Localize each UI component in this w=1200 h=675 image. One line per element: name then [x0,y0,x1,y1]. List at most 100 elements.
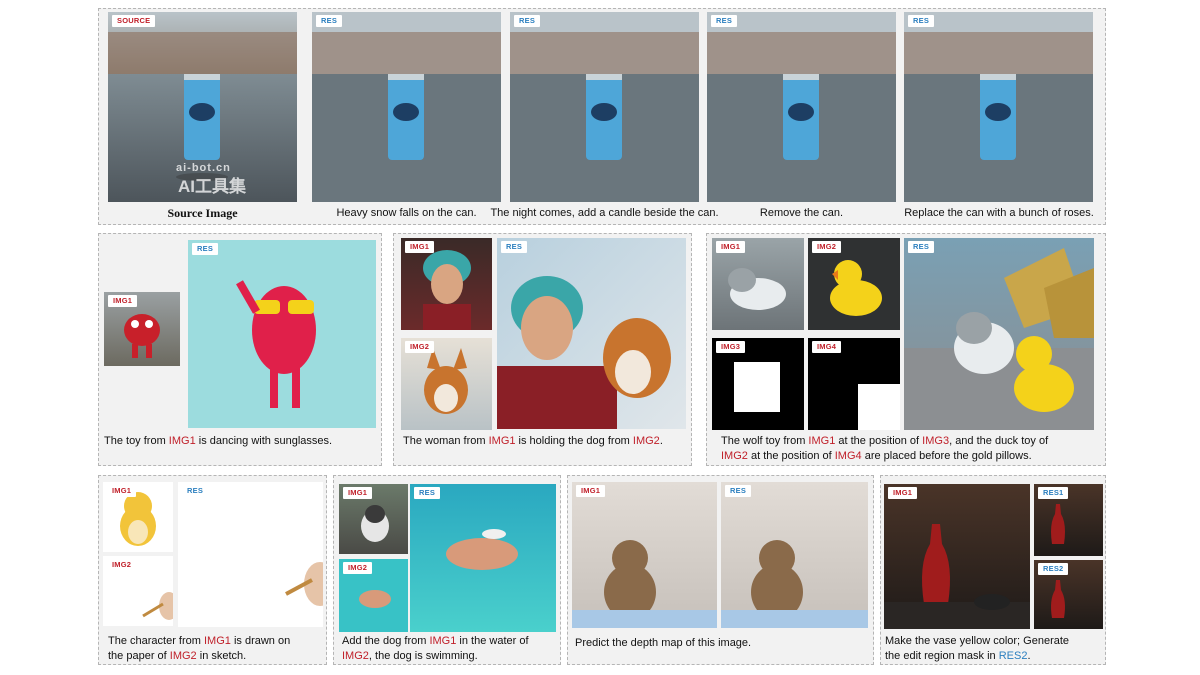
row2-caption-1: The toy from IMG1 is dancing with sungla… [104,434,378,449]
img2-tag: IMG2 [812,241,842,253]
img2-tag: IMG2 [107,559,137,571]
row2-caption-3: The wolf toy from IMG1 at the position o… [721,434,1101,464]
res1-tag: RES1 [1038,487,1069,499]
mask-region [858,384,900,430]
snow-can-scene [904,12,1093,202]
dancing-toy [236,280,316,408]
caption-text: Make the vase yellow color; Generate [885,635,1070,647]
snow-can-scene [312,12,501,202]
caption-text: The character from [108,635,204,647]
caption-ref-img1: IMG1 [488,435,516,447]
caption-text: are placed before the gold pillows. [861,450,1032,462]
red-vase-scene [884,524,1030,629]
img1-tag: IMG1 [405,241,435,253]
img2-duck-toy: IMG2 [808,238,900,330]
res-tag: RES [182,485,209,497]
caption-ref-img1: IMG1 [168,435,196,447]
img1-tag: IMG1 [107,485,137,497]
source-tag: SOURCE [112,15,156,27]
caption-ref-img4: IMG4 [834,450,862,462]
img2-paper: IMG2 [103,556,173,626]
res-dog-water: RES [410,484,556,632]
img4-mask: IMG4 [808,338,900,430]
img1-tag: IMG1 [108,295,138,307]
res-sketch: RES [178,482,323,627]
result-image-2: RES [510,12,699,202]
row3-caption-4: Make the vase yellow color; Generate the… [885,634,1103,664]
watermark: ai-bot.cn AI工具集 [126,162,246,197]
caption-text: at the position of [835,435,923,447]
teddy-bear [572,540,717,628]
res-dancing-toy: RES [188,240,376,428]
res-tag: RES [711,15,738,27]
res-tag: RES [514,15,541,27]
img1-tag: IMG1 [716,241,746,253]
caption-ref-img1: IMG1 [429,635,457,647]
result-image-4: RES [904,12,1093,202]
img1-tag: IMG1 [888,487,918,499]
img2-dog: IMG2 [401,338,492,430]
caption-text: the paper of [108,650,170,662]
row3-caption-2: Add the dog from IMG1 in the water of IM… [342,634,557,664]
watermark-text: AI工具集 [178,177,246,196]
hand-sketching [285,562,323,606]
toys-before-gold-pillows [904,248,1094,430]
img1-tag: IMG1 [343,487,373,499]
caption-text: in the water of [456,635,529,647]
dog-swimming [446,529,518,570]
res-tag: RES [908,15,935,27]
caption-text: , the dog is swimming. [368,650,478,662]
img1-wolf-toy: IMG1 [712,238,804,330]
img1-character: IMG1 [103,482,173,552]
caption-text: is dancing with sunglasses. [195,435,333,447]
img2-tag: IMG2 [405,341,435,353]
img1-teddy: IMG1 [572,482,717,628]
source-image: SOURCE ai-bot.cn AI工具集 [108,12,297,202]
caption-ref-img2: IMG2 [632,435,660,447]
img1-woman: IMG1 [401,238,492,330]
img3-tag: IMG3 [716,341,746,353]
caption-text: at the position of [747,450,835,462]
img1-vase: IMG1 [884,484,1030,629]
res-pillows-toys: RES [904,238,1094,430]
caption-text: the edit region mask in [885,650,999,662]
caption-ref-img3: IMG3 [922,435,950,447]
img2-tag: IMG2 [343,562,373,574]
caption-text: is holding the dog from [515,435,633,447]
result-image-1: RES [312,12,501,202]
mask-region [734,362,780,412]
caption-ref-res2: RES2 [998,650,1028,662]
caption-ref-img2: IMG2 [169,650,197,662]
img3-mask: IMG3 [712,338,804,430]
img4-tag: IMG4 [812,341,842,353]
img1-red-toy: IMG1 [104,292,180,366]
caption-text: The toy from [104,435,169,447]
res-tag: RES [192,243,219,255]
res2-caption: The night comes, add a candle beside the… [490,207,719,219]
res2-tag: RES2 [1038,563,1069,575]
caption-text: , and the duck toy of [949,435,1049,447]
res2-vase: RES2 [1034,560,1103,629]
res3-caption: Remove the can. [759,207,844,219]
caption-text: The woman from [403,435,489,447]
res-tag: RES [414,487,441,499]
caption-text: . [659,435,663,447]
caption-text: is drawn on [230,635,291,647]
row3-caption-1: The character from IMG1 is drawn on the … [108,634,323,664]
res1-vase: RES1 [1034,484,1103,556]
teddy-bear [721,540,868,628]
img2-water: IMG2 [339,559,408,632]
caption-ref-img2: IMG2 [342,650,369,662]
res4-caption: Replace the can with a bunch of roses. [904,207,1094,219]
res-teddy: RES [721,482,868,628]
caption-text: . [1027,650,1031,662]
source-caption: Source Image [167,206,238,220]
row3-caption-3: Predict the depth map of this image. [575,637,752,649]
row2-caption-2: The woman from IMG1 is holding the dog f… [403,434,688,449]
caption-ref-img2: IMG2 [721,450,748,462]
woman-holding-dog [497,276,671,429]
snow-can-scene [707,12,896,202]
caption-text: Add the dog from [342,635,430,647]
img1-dog-road: IMG1 [339,484,408,554]
caption-ref-img1: IMG1 [808,435,836,447]
